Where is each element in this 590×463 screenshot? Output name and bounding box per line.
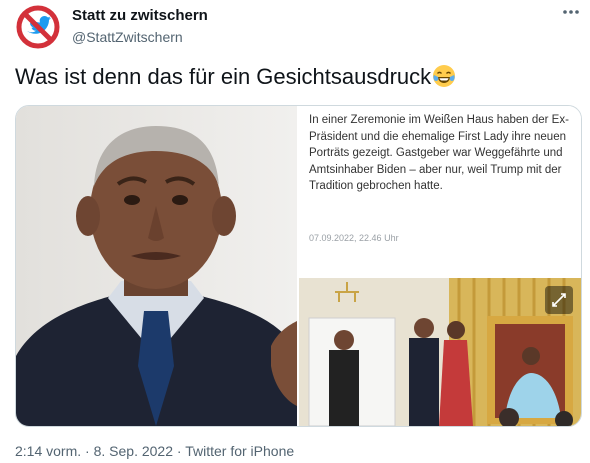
news-article-text: In einer Zeremonie im Weißen Haus haben … (309, 114, 569, 192)
expand-icon (552, 293, 566, 307)
separator: · (85, 443, 90, 459)
tweet-date[interactable]: 8. Sep. 2022 (94, 443, 173, 459)
tweet-media[interactable]: In einer Zeremonie im Weißen Haus haben … (15, 105, 582, 427)
no-twitter-bird-icon (15, 4, 61, 50)
tweet-source[interactable]: Twitter for iPhone (185, 443, 294, 459)
author-name[interactable]: Statt zu zwitschern (72, 7, 208, 25)
tweet-metadata: 2:14 vorm. · 8. Sep. 2022 · Twitter for … (15, 442, 294, 460)
tweet-time[interactable]: 2:14 vorm. (15, 443, 81, 459)
news-article-date: 07.09.2022, 22.46 Uhr (309, 233, 399, 243)
tweet-text: Was ist denn das für ein Gesichtsausdruc… (15, 63, 456, 91)
tweet-author[interactable]: Statt zu zwitschern @StattZwitschern (72, 7, 208, 46)
more-options-button[interactable] (560, 4, 582, 24)
media-photo-ceremony[interactable] (299, 278, 581, 426)
media-news-screenshot[interactable]: In einer Zeremonie im Weißen Haus haben … (299, 106, 581, 276)
tweet-text-content: Was ist denn das für ein Gesichtsausdruc… (15, 64, 432, 89)
face-with-tears-of-joy-icon (432, 64, 456, 88)
ceremony-photo-illustration (299, 278, 581, 426)
portrait-photo-illustration (16, 106, 297, 426)
expand-media-button[interactable] (545, 286, 573, 314)
media-photo-portrait[interactable] (16, 106, 297, 426)
separator: · (176, 443, 182, 459)
author-handle[interactable]: @StattZwitschern (72, 28, 208, 46)
more-horizontal-icon (563, 10, 579, 14)
avatar[interactable] (15, 4, 61, 50)
